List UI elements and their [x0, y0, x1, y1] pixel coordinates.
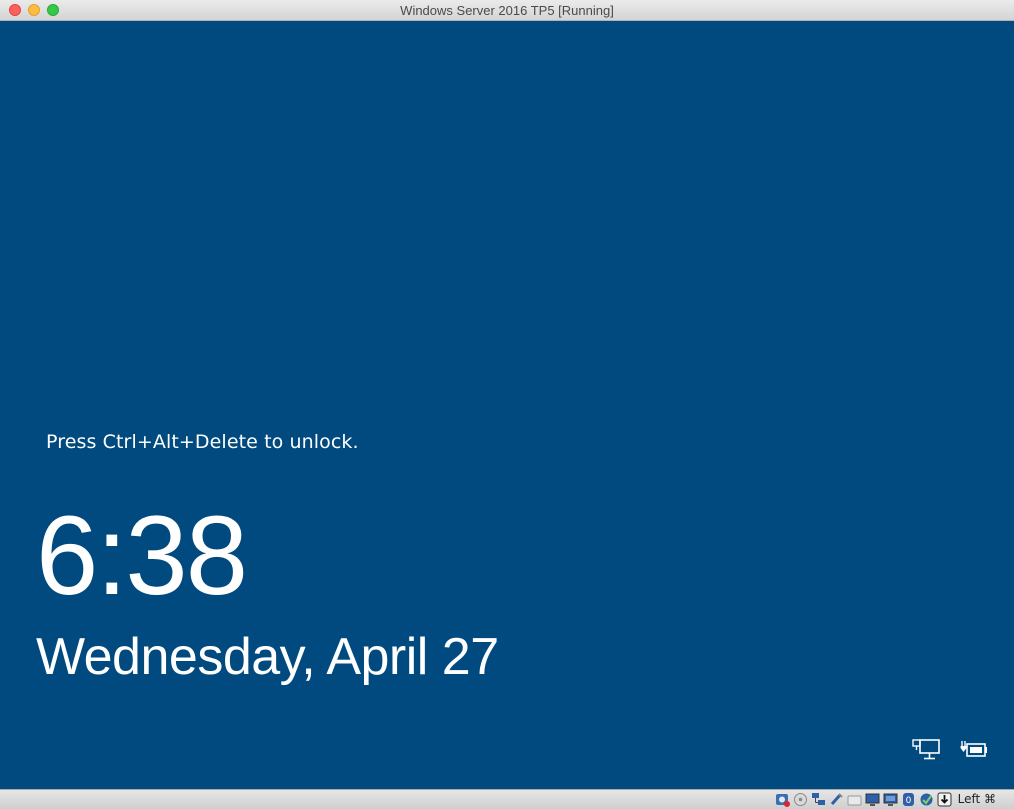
usb-icon[interactable]: [829, 792, 844, 807]
host-key-label: Left ⌘: [957, 792, 996, 806]
hard-disk-icon[interactable]: [775, 792, 790, 807]
vm-status-bar: 0 Left ⌘: [0, 789, 1014, 809]
mouse-integration-icon[interactable]: 0: [901, 792, 916, 807]
video-capture-icon[interactable]: [883, 792, 898, 807]
host-key-arrow-icon[interactable]: [937, 792, 952, 807]
display-icon[interactable]: [865, 792, 880, 807]
window-titlebar: Windows Server 2016 TP5 [Running]: [0, 0, 1014, 21]
vm-display[interactable]: Press Ctrl+Alt+Delete to unlock. 6:38 We…: [0, 21, 1014, 789]
unlock-prompt: Press Ctrl+Alt+Delete to unlock.: [46, 431, 359, 453]
network-icon: [912, 739, 940, 760]
power-button[interactable]: [958, 737, 988, 763]
shared-folders-icon[interactable]: [847, 792, 862, 807]
status-icons: 0: [775, 792, 952, 807]
power-icon: [960, 741, 987, 757]
lock-screen-time: 6:38: [36, 493, 248, 618]
lock-screen-date: Wednesday, April 27: [36, 628, 499, 686]
svg-text:0: 0: [906, 796, 912, 806]
optical-drive-icon[interactable]: [793, 792, 808, 807]
network-adapters-icon[interactable]: [811, 792, 826, 807]
network-button[interactable]: [911, 737, 941, 763]
window-title: Windows Server 2016 TP5 [Running]: [400, 3, 614, 18]
guest-additions-icon[interactable]: [919, 792, 934, 807]
